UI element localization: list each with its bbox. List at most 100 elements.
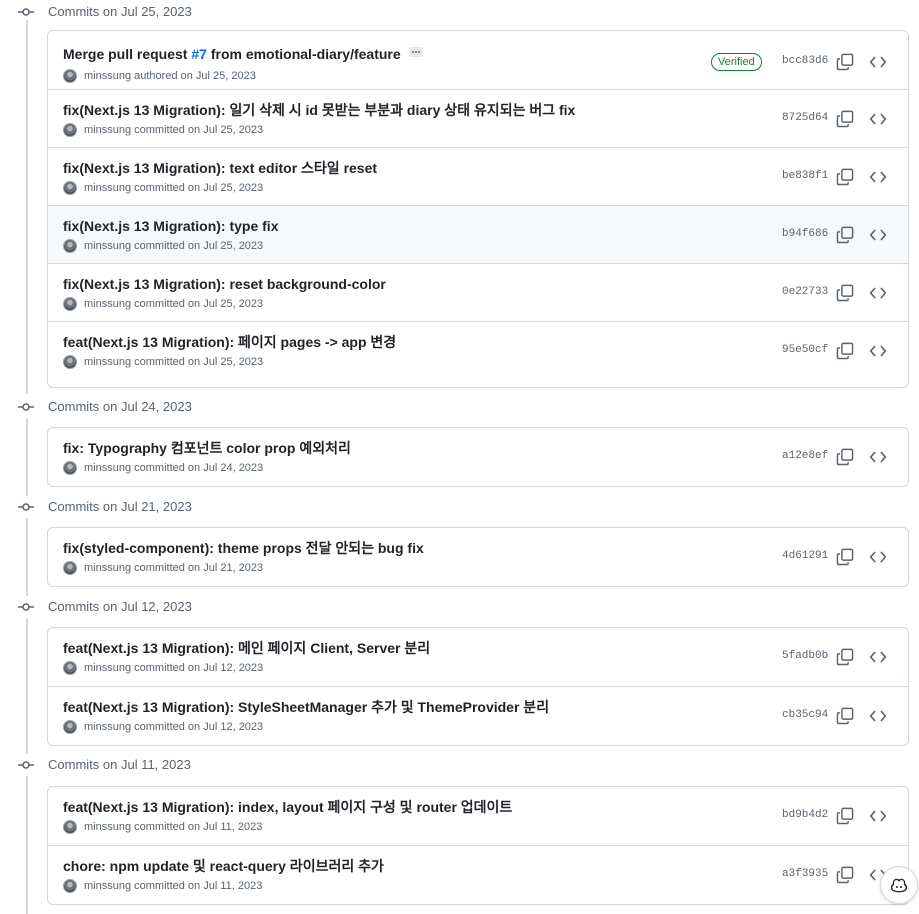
commit-sha[interactable]: 8725d64	[782, 112, 828, 124]
timeline-line	[26, 418, 28, 496]
commit-sha[interactable]: 95e50cf	[782, 344, 828, 356]
avatar[interactable]	[63, 820, 77, 834]
commit-author[interactable]: minssung	[84, 355, 131, 369]
commit-meta: minssung authored on Jul 25, 2023	[63, 69, 256, 83]
commit-author[interactable]: minssung	[84, 561, 131, 575]
commit-sha[interactable]: a12e8ef	[782, 450, 828, 462]
avatar[interactable]	[63, 879, 77, 893]
commit-sha[interactable]: b94f686	[782, 228, 828, 240]
code-icon[interactable]	[869, 342, 887, 360]
code-icon[interactable]	[869, 807, 887, 825]
copy-icon[interactable]	[836, 707, 854, 725]
copy-icon[interactable]	[836, 866, 854, 884]
commit-meta: minssung committed on Jul 25, 2023	[63, 355, 263, 369]
commit-date: committed on Jul 25, 2023	[134, 298, 264, 310]
code-icon[interactable]	[869, 168, 887, 186]
commit-author[interactable]: minssung	[84, 239, 131, 253]
commits-timeline: Commits on Jul 25, 2023 Merge pull reque…	[0, 0, 919, 914]
commit-message[interactable]: feat(Next.js 13 Migration): 메인 페이지 Clien…	[63, 638, 430, 658]
commit-message[interactable]: feat(Next.js 13 Migration): 페이지 pages ->…	[63, 332, 396, 352]
code-icon[interactable]	[869, 284, 887, 302]
commit-author[interactable]: minssung	[84, 69, 131, 83]
commit-row: feat(Next.js 13 Migration): 메인 페이지 Clien…	[48, 628, 908, 686]
commit-row: feat(Next.js 13 Migration): index, layou…	[48, 787, 908, 845]
commit-list: feat(Next.js 13 Migration): index, layou…	[47, 786, 909, 905]
avatar[interactable]	[63, 181, 77, 195]
commit-message[interactable]: chore: npm update 및 react-query 라이브러리 추가	[63, 856, 384, 876]
code-icon[interactable]	[869, 448, 887, 466]
commit-sha[interactable]: cb35c94	[782, 709, 828, 721]
commit-row: fix(Next.js 13 Migration): type fix mins…	[48, 205, 908, 263]
commit-author[interactable]: minssung	[84, 461, 131, 475]
copy-icon[interactable]	[836, 53, 854, 71]
commit-list: fix: Typography 컴포넌트 color prop 예외처리 min…	[47, 427, 909, 487]
commit-sha[interactable]: 5fadb0b	[782, 650, 828, 662]
commit-row: feat(Next.js 13 Migration): 페이지 pages ->…	[48, 321, 908, 379]
commit-message[interactable]: fix(Next.js 13 Migration): reset backgro…	[63, 274, 386, 294]
code-icon[interactable]	[869, 707, 887, 725]
commit-meta: minssung committed on Jul 11, 2023	[63, 820, 262, 834]
commit-message-text[interactable]: from emotional-diary/feature	[207, 46, 401, 62]
commit-sha[interactable]: be838f1	[782, 170, 828, 182]
commit-meta: minssung committed on Jul 11, 2023	[63, 879, 262, 893]
commit-sha[interactable]: a3f3935	[782, 868, 828, 880]
commit-meta: minssung committed on Jul 25, 2023	[63, 181, 263, 195]
copy-icon[interactable]	[836, 284, 854, 302]
commit-sha[interactable]: 0e22733	[782, 286, 828, 298]
commit-author[interactable]: minssung	[84, 123, 131, 137]
avatar[interactable]	[63, 297, 77, 311]
copy-icon[interactable]	[836, 168, 854, 186]
copy-icon[interactable]	[836, 448, 854, 466]
commit-sha[interactable]: bd9b4d2	[782, 809, 828, 821]
commit-author[interactable]: minssung	[84, 879, 131, 893]
commit-message[interactable]: feat(Next.js 13 Migration): index, layou…	[63, 797, 512, 817]
code-icon[interactable]	[869, 548, 887, 566]
copy-icon[interactable]	[836, 548, 854, 566]
pull-request-link[interactable]: #7	[191, 46, 207, 62]
commit-message[interactable]: fix(Next.js 13 Migration): text editor 스…	[63, 158, 377, 178]
avatar[interactable]	[63, 661, 77, 675]
commit-sha[interactable]: bcc83d6	[782, 55, 828, 67]
copilot-button[interactable]	[880, 866, 918, 904]
commit-message[interactable]: feat(Next.js 13 Migration): StyleSheetMa…	[63, 697, 549, 717]
avatar[interactable]	[63, 355, 77, 369]
commit-message-text[interactable]: Merge pull request	[63, 46, 191, 62]
commit-message[interactable]: fix(Next.js 13 Migration): 일기 삭제 시 id 못받…	[63, 100, 575, 120]
commit-message[interactable]: fix(styled-component): theme props 전달 안되…	[63, 538, 424, 558]
commit-group-header: Commits on Jul 25, 2023	[0, 0, 300, 24]
commit-group-title: Commits on Jul 25, 2023	[48, 4, 192, 19]
commit-author[interactable]: minssung	[84, 297, 131, 311]
copy-icon[interactable]	[836, 226, 854, 244]
code-icon[interactable]	[869, 110, 887, 128]
commit-row: chore: npm update 및 react-query 라이브러리 추가…	[48, 845, 908, 903]
copy-icon[interactable]	[836, 807, 854, 825]
commit-author[interactable]: minssung	[84, 720, 131, 734]
code-icon[interactable]	[869, 53, 887, 71]
avatar[interactable]	[63, 239, 77, 253]
commit-author[interactable]: minssung	[84, 661, 131, 675]
commit-author[interactable]: minssung	[84, 820, 131, 834]
git-commit-icon	[18, 399, 34, 415]
copy-icon[interactable]	[836, 342, 854, 360]
avatar[interactable]	[63, 461, 77, 475]
code-icon[interactable]	[869, 226, 887, 244]
timeline-line	[26, 518, 28, 596]
commit-date: committed on Jul 25, 2023	[134, 182, 264, 194]
commit-date: committed on Jul 12, 2023	[134, 662, 264, 674]
commit-message[interactable]: fix: Typography 컴포넌트 color prop 예외처리	[63, 438, 351, 458]
copy-icon[interactable]	[836, 110, 854, 128]
verified-badge[interactable]: Verified	[711, 53, 762, 71]
commit-author[interactable]: minssung	[84, 181, 131, 195]
commit-sha[interactable]: 4d61291	[782, 550, 828, 562]
copy-icon[interactable]	[836, 648, 854, 666]
code-icon[interactable]	[869, 648, 887, 666]
avatar[interactable]	[63, 69, 77, 83]
commit-message[interactable]: fix(Next.js 13 Migration): type fix	[63, 216, 278, 236]
commit-date: committed on Jul 11, 2023	[134, 821, 263, 833]
avatar[interactable]	[63, 123, 77, 137]
avatar[interactable]	[63, 720, 77, 734]
avatar[interactable]	[63, 561, 77, 575]
ellipsis-icon[interactable]	[408, 47, 423, 57]
commit-message[interactable]: Merge pull request #7 from emotional-dia…	[63, 44, 423, 64]
commit-meta: minssung committed on Jul 21, 2023	[63, 561, 263, 575]
